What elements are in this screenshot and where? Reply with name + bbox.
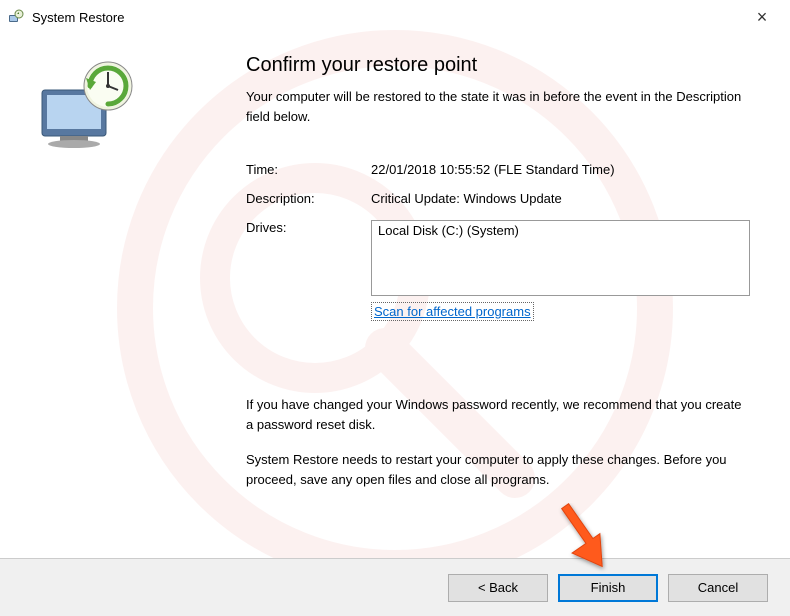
titlebar: System Restore × (0, 0, 790, 34)
back-button[interactable]: < Back (448, 574, 548, 602)
drives-label: Drives: (246, 220, 371, 296)
cancel-button[interactable]: Cancel (668, 574, 768, 602)
page-subtext: Your computer will be restored to the st… (246, 87, 750, 126)
drives-list[interactable]: Local Disk (C:) (System) (371, 220, 750, 296)
window-title: System Restore (32, 10, 124, 25)
time-value: 22/01/2018 10:55:52 (FLE Standard Time) (371, 162, 750, 177)
main-content: Confirm your restore point Your computer… (230, 34, 790, 550)
description-value: Critical Update: Windows Update (371, 191, 750, 206)
finish-button[interactable]: Finish (558, 574, 658, 602)
time-label: Time: (246, 162, 371, 177)
footer-buttons: < Back Finish Cancel (0, 558, 790, 616)
close-icon[interactable]: × (742, 7, 782, 28)
restart-note: System Restore needs to restart your com… (246, 450, 750, 489)
scan-affected-programs-link[interactable]: Scan for affected programs (371, 302, 534, 321)
system-restore-icon (8, 9, 24, 25)
left-pane (0, 34, 230, 550)
system-restore-large-icon (30, 146, 160, 161)
description-label: Description: (246, 191, 371, 206)
page-heading: Confirm your restore point (246, 54, 750, 77)
password-note: If you have changed your Windows passwor… (246, 395, 750, 434)
drive-item: Local Disk (C:) (System) (378, 223, 743, 238)
